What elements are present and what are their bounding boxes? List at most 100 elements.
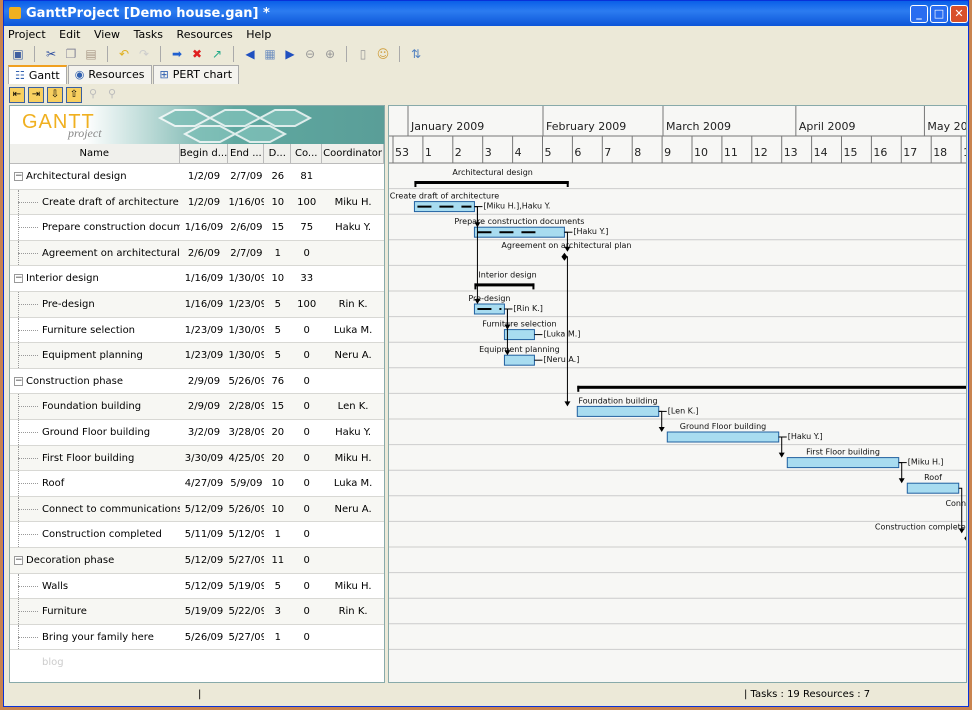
task-name: Interior design bbox=[26, 273, 99, 285]
tree-icon[interactable]: ⇅ bbox=[408, 46, 424, 62]
coordinator bbox=[322, 164, 384, 189]
menu-resources[interactable]: Resources bbox=[177, 26, 233, 43]
table-row[interactable]: Prepare construction documents1/16/092/6… bbox=[10, 215, 384, 241]
end-date: 1/30/09 bbox=[228, 324, 265, 336]
begin-date: 3/30/09 bbox=[184, 452, 224, 464]
unlink-icon[interactable]: ⚲ bbox=[104, 87, 120, 103]
tab-resources[interactable]: ◉ Resources bbox=[67, 65, 152, 84]
task-table: GANTT project Name Begin d... End ... D..… bbox=[9, 105, 385, 683]
table-row[interactable]: Ground Floor building 3/2/09 3/28/09 20 0 Hak… bbox=[10, 419, 384, 446]
new-task-icon[interactable]: ➡ bbox=[169, 46, 185, 62]
completion: 100 bbox=[297, 298, 317, 310]
zoom-out-icon[interactable]: ⊖ bbox=[302, 46, 318, 62]
table-row[interactable]: Walls 5/12/09 5/19/09 5 0 Miku H. bbox=[10, 573, 384, 600]
table-row[interactable]: Pre-design 1/16/09 1/23/09 5 100 Rin K. bbox=[10, 291, 384, 318]
menu-project[interactable]: Project bbox=[8, 26, 46, 43]
col-completion[interactable]: Co... bbox=[291, 144, 323, 163]
completion: 0 bbox=[303, 401, 310, 413]
tab-gantt[interactable]: ☷ Gantt bbox=[8, 65, 67, 84]
coordinator bbox=[322, 625, 384, 650]
col-duration[interactable]: D... bbox=[264, 144, 292, 163]
move-down-icon[interactable]: ⇩ bbox=[47, 87, 63, 103]
link-icon[interactable]: ⚲ bbox=[85, 87, 101, 103]
completion: 0 bbox=[303, 324, 310, 336]
collapse-toggle[interactable]: − bbox=[14, 274, 23, 284]
table-row[interactable]: Create draft of architecture 1/2/09 1/16/0… bbox=[10, 189, 384, 216]
resource-label: [Neru A.] bbox=[543, 355, 579, 364]
maximize-button[interactable]: □ bbox=[930, 5, 948, 23]
new-row-placeholder[interactable]: blog bbox=[10, 650, 384, 675]
coordinator: Rin K. bbox=[338, 298, 368, 310]
paste-icon[interactable]: ▤ bbox=[83, 46, 99, 62]
cut-icon[interactable]: ✂ bbox=[43, 46, 59, 62]
begin-date: 1/16/09 bbox=[184, 222, 224, 234]
menu-edit[interactable]: Edit bbox=[59, 26, 80, 43]
task-label: Construction completed bbox=[875, 522, 967, 531]
table-row[interactable]: Furniture selection 1/23/09 1/30/09 5 0 Luka … bbox=[10, 317, 384, 344]
table-row[interactable]: Furniture 5/19/09 5/22/09 3 0 Rin K. bbox=[10, 599, 384, 625]
coordinator: Miku H. bbox=[334, 196, 372, 208]
copy-icon[interactable]: ❐ bbox=[63, 46, 79, 62]
summary-bar-end bbox=[474, 283, 477, 290]
task-label: Pre-design bbox=[468, 294, 510, 303]
menu-tasks[interactable]: Tasks bbox=[134, 26, 163, 43]
move-up-icon[interactable]: ⇧ bbox=[66, 87, 82, 103]
table-row[interactable]: Construction completed 5/11/09 5/12/09 1 0 bbox=[10, 522, 384, 548]
save-icon[interactable]: ▣ bbox=[10, 46, 26, 62]
tab-pert-chart[interactable]: ⊞ PERT chart bbox=[152, 65, 240, 84]
table-row[interactable]: − Construction phase 2/9/09 5/26/09 76 0 bbox=[10, 369, 384, 395]
begin-date: 3/2/09 bbox=[187, 426, 221, 438]
col-name[interactable]: Name bbox=[10, 144, 180, 163]
print-icon[interactable]: ▯ bbox=[355, 46, 371, 62]
table-row[interactable]: Equipment planning 1/23/09 1/30/09 5 0 Neru A… bbox=[10, 343, 384, 369]
minimize-button[interactable]: _ bbox=[910, 5, 928, 23]
table-row[interactable]: First Floor building 3/30/09 4/25/09 20 0 Mik… bbox=[10, 445, 384, 472]
undo-icon[interactable]: ↶ bbox=[116, 46, 132, 62]
collapse-toggle[interactable]: − bbox=[14, 555, 23, 565]
duration: 20 bbox=[271, 426, 285, 438]
task-bar bbox=[576, 405, 660, 417]
close-button[interactable]: ✕ bbox=[950, 5, 968, 23]
col-coordinator[interactable]: Coordinator bbox=[322, 144, 384, 163]
summary-bar-end bbox=[414, 181, 417, 187]
collapse-toggle[interactable]: − bbox=[14, 376, 23, 386]
menu-help[interactable]: Help bbox=[246, 26, 271, 43]
end-date: 5/12/09 bbox=[228, 529, 265, 541]
task-name: Decoration phase bbox=[26, 554, 115, 566]
outdent-icon[interactable]: ⇤ bbox=[9, 87, 25, 103]
completion: 0 bbox=[303, 426, 310, 438]
grid-icon[interactable]: ▦ bbox=[262, 46, 278, 62]
table-row[interactable]: Agreement on architectural plan2/6/092/7… bbox=[10, 240, 384, 267]
scroll-right-icon[interactable]: ▶ bbox=[282, 46, 298, 62]
dependency-arrow bbox=[778, 452, 785, 458]
table-row[interactable]: − Architectural design 1/2/09 2/7/09 26 81 bbox=[10, 164, 384, 190]
zoom-in-icon[interactable]: ⊕ bbox=[322, 46, 338, 62]
duration: 10 bbox=[271, 503, 285, 515]
task-label: Interior design bbox=[478, 270, 536, 279]
table-row[interactable]: − Interior design 1/16/09 1/30/09 10 33 bbox=[10, 266, 384, 292]
table-row[interactable]: − Decoration phase 5/12/09 5/27/09 11 0 bbox=[10, 547, 384, 574]
properties-icon[interactable]: ↗ bbox=[209, 46, 225, 62]
resource-label: [Rin K.] bbox=[513, 304, 542, 313]
delete-icon[interactable]: ✖ bbox=[189, 46, 205, 62]
col-end[interactable]: End ... bbox=[228, 144, 265, 163]
duration: 10 bbox=[271, 273, 285, 285]
table-row[interactable]: Roof 4/27/09 5/9/09 10 0 Luka M. bbox=[10, 471, 384, 497]
table-row[interactable]: Bring your family here 5/26/09 5/27/09 1 0 bbox=[10, 624, 384, 651]
begin-date: 5/12/09 bbox=[184, 554, 224, 566]
coordinator bbox=[322, 369, 384, 394]
indent-icon[interactable]: ⇥ bbox=[28, 87, 44, 103]
task-name: Construction phase bbox=[26, 375, 124, 387]
collapse-toggle[interactable]: − bbox=[14, 172, 23, 181]
col-begin[interactable]: Begin d... bbox=[180, 144, 229, 163]
menu-view[interactable]: View bbox=[94, 26, 120, 43]
week-label: 3 bbox=[485, 146, 492, 159]
duration: 1 bbox=[274, 529, 281, 541]
table-row[interactable]: Foundation building 2/9/09 2/28/09 15 0 Len K… bbox=[10, 394, 384, 420]
people-icon[interactable]: ☺ bbox=[375, 46, 391, 62]
milestone-diamond bbox=[964, 536, 966, 541]
scroll-left-icon[interactable]: ◀ bbox=[242, 46, 258, 62]
duration: 5 bbox=[274, 350, 281, 362]
redo-icon[interactable]: ↷ bbox=[136, 46, 152, 62]
table-row[interactable]: Connect to communications 5/12/09 5/26/09 1… bbox=[10, 496, 384, 523]
